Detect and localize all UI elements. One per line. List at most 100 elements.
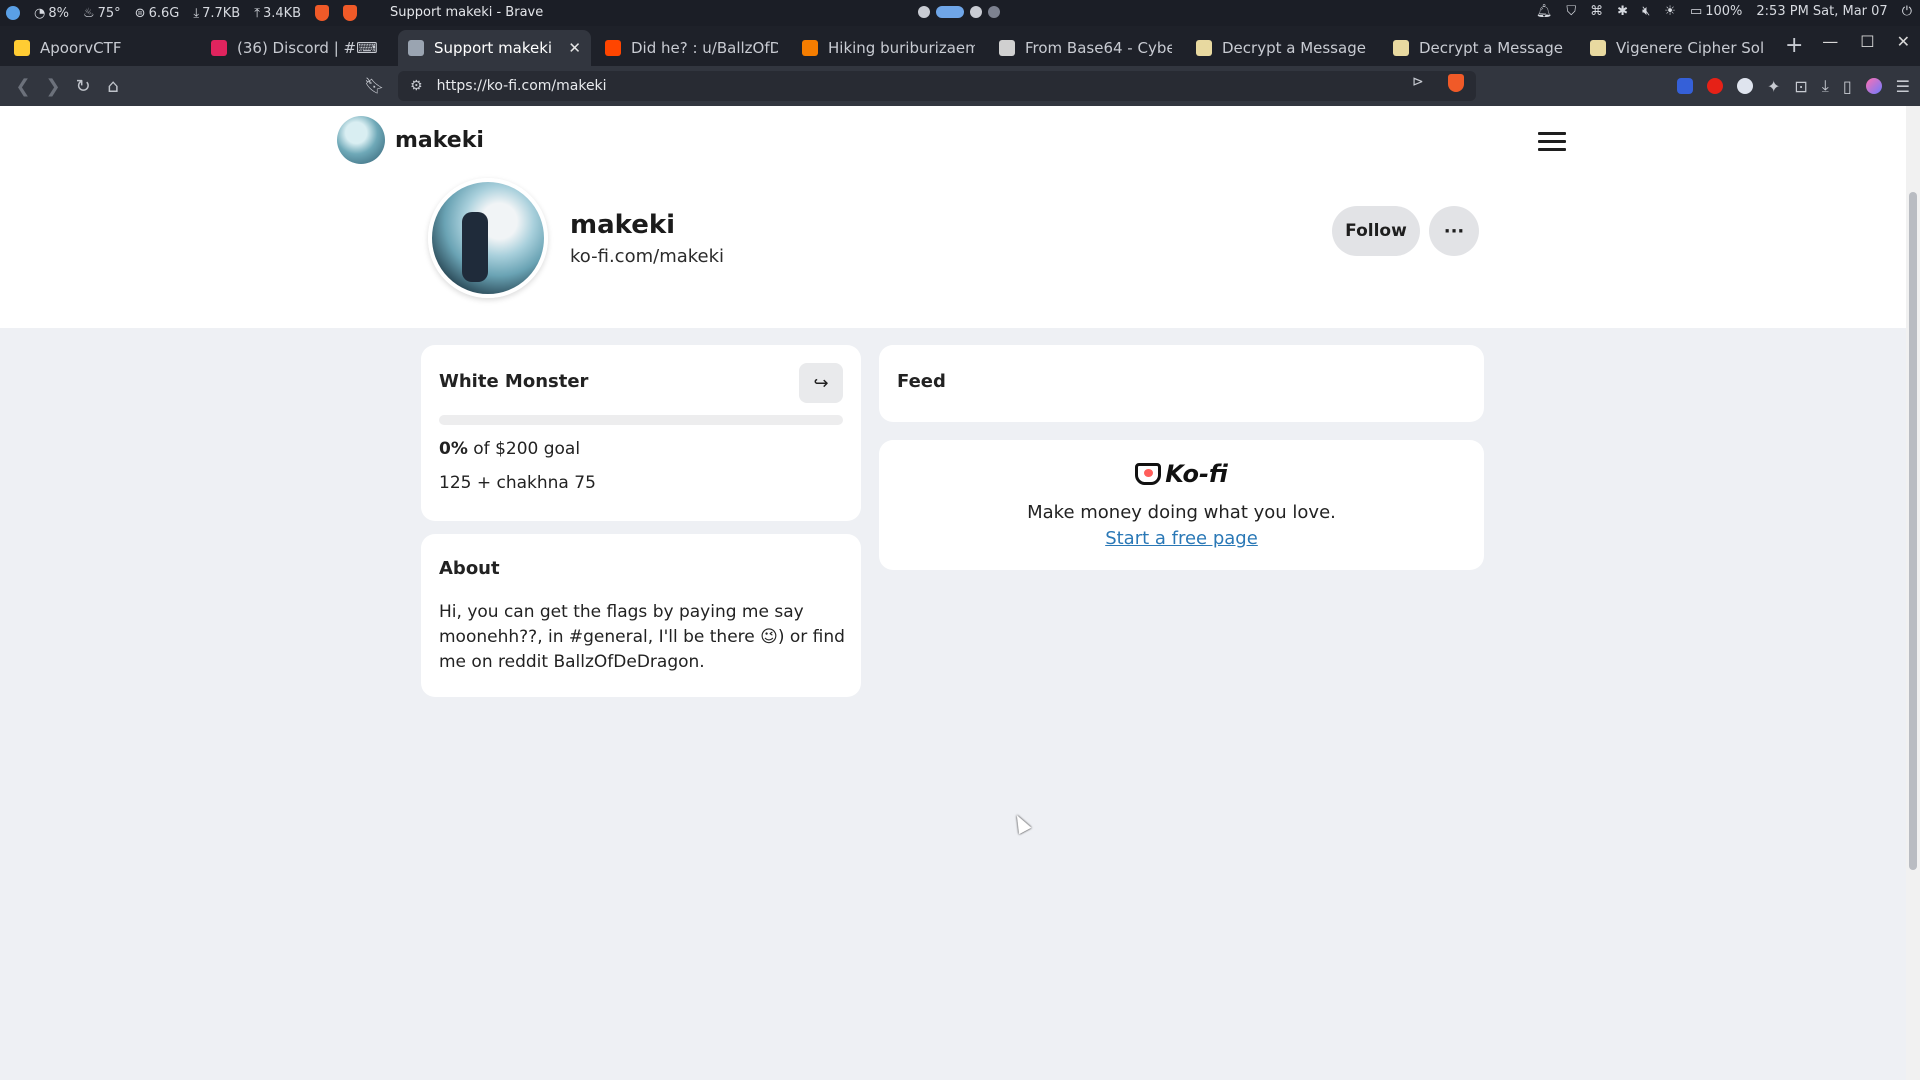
profile-header: makeki makeki ko-fi.com/makeki Follow ··… — [0, 106, 1906, 328]
system-bar: ◔ 8% ♨ 75° ⊜ 6.6G ⤓ 7.7KB ⤒ 3.4KB Support mak… — [0, 0, 1920, 26]
profile-avatar-icon[interactable] — [1865, 78, 1882, 94]
temperature-indicator: ♨ 75° — [82, 5, 121, 21]
about-text: Hi, you can get the flags by paying me s… — [439, 602, 845, 672]
youtube-extension-icon[interactable] — [1706, 78, 1723, 94]
browser-tab[interactable]: Decrypt a Message - — [1186, 30, 1379, 66]
downloads-icon[interactable]: ⤓ — [1822, 76, 1829, 96]
download-indicator: ⤓ 7.7KB — [193, 5, 241, 21]
workspace-dot[interactable] — [988, 6, 1000, 18]
close-tab-icon[interactable]: ✕ — [568, 39, 581, 57]
page-scrollbar[interactable] — [1906, 106, 1920, 1080]
window-title: Support makeki - Brave — [390, 5, 544, 20]
memory-icon: ⊜ — [134, 5, 146, 21]
profile-avatar — [428, 178, 548, 298]
browser-tab[interactable]: Did he? : u/BallzOfDe — [595, 30, 788, 66]
browser-toolbar: ❮ ❯ ↻ ⌂ 🔖︎ ⚙ https://ko-fi.com/makeki ⊳ … — [0, 66, 1920, 106]
goal-description: 125 + chakhna 75 — [439, 473, 596, 493]
window-controls: — ☐ ✕ — [1822, 32, 1910, 51]
brand-name[interactable]: makeki — [395, 128, 484, 153]
vpn-extension-icon[interactable] — [1736, 78, 1753, 94]
sidebar-icon[interactable]: ▯ — [1843, 77, 1852, 96]
battery-indicator[interactable]: ▭ 100% — [1690, 4, 1742, 19]
browser-tab[interactable]: Hiking buriburizaemo — [792, 30, 985, 66]
memory-indicator: ⊜ 6.6G — [134, 5, 180, 21]
scrollbar-thumb[interactable] — [1909, 192, 1917, 870]
goal-card: White Monster ↪ 0% of $200 goal 125 + ch… — [421, 345, 861, 521]
workspace-dot-active[interactable] — [936, 6, 964, 18]
browser-tab-strip: ApoorvCTF (36) Discord | #⌨ | g Support ma… — [0, 26, 1920, 66]
share-page-icon[interactable]: ⊳ — [1412, 74, 1424, 90]
discord-favicon-icon — [211, 40, 227, 56]
new-tab-button[interactable]: + — [1785, 33, 1803, 58]
upload-arrow-icon: ⤒ — [254, 5, 260, 21]
mouse-cursor-icon — [1010, 811, 1032, 835]
about-card: About Hi, you can get the flags by payin… — [421, 534, 861, 697]
goal-progress-text: 0% of $200 goal — [439, 439, 580, 459]
workspace-dot[interactable] — [918, 6, 930, 18]
workspace-dot[interactable] — [970, 6, 982, 18]
battery-icon: ▭ — [1689, 4, 1703, 19]
upload-indicator: ⤒ 3.4KB — [254, 5, 302, 21]
kofi-cup-icon — [1135, 463, 1162, 485]
screenshot-icon[interactable]: ⊡ — [1794, 77, 1807, 96]
kofi-tagline: Make money doing what you love. — [1027, 502, 1336, 523]
network-icon[interactable]: ⌘ — [1590, 4, 1603, 19]
bookmark-icon[interactable]: 🔖︎ — [364, 76, 384, 95]
tab-label: ApoorvCTF — [40, 39, 122, 57]
hamburger-menu-icon[interactable] — [1538, 132, 1566, 156]
brightness-icon[interactable]: ☀ — [1664, 4, 1676, 19]
kofi-favicon-icon — [408, 40, 424, 56]
tab-label: Hiking buriburizaemo — [828, 39, 975, 57]
browser-tab[interactable]: Support makeki ✕ — [398, 30, 591, 66]
tab-label: (36) Discord | #⌨ | g — [237, 39, 384, 57]
workspace-switcher[interactable] — [918, 6, 1000, 18]
browser-tab[interactable]: Decrypt a Message - — [1383, 30, 1576, 66]
minimize-icon[interactable]: — — [1822, 32, 1838, 51]
tab-label: Did he? : u/BallzOfDe — [631, 39, 778, 57]
browser-tab[interactable]: Vigenere Cipher Solve — [1580, 30, 1773, 66]
cyberchef-favicon-icon — [999, 40, 1015, 56]
cpu-icon: ◔ — [34, 5, 46, 21]
extensions-bar: ✦ ⊡ ⤓ ▯ ☰ — [1676, 76, 1910, 96]
browser-menu-icon[interactable]: ☰ — [1896, 77, 1910, 96]
forward-button[interactable]: ❯ — [38, 76, 68, 97]
tab-label: Decrypt a Message - — [1419, 39, 1566, 57]
back-button[interactable]: ❮ — [8, 76, 38, 97]
os-logo-icon[interactable] — [6, 6, 20, 20]
brave-tray-icon[interactable] — [315, 5, 330, 21]
start-free-page-link[interactable]: Start a free page — [879, 528, 1484, 549]
site-info-icon[interactable]: ⚙ — [410, 78, 423, 94]
home-button[interactable]: ⌂ — [98, 76, 128, 97]
url-text[interactable]: https://ko-fi.com/makeki — [437, 78, 607, 94]
clock[interactable]: 2:53 PM Sat, Mar 07 — [1756, 4, 1887, 19]
notification-icon[interactable]: 🔔︎ — [1536, 4, 1553, 19]
maximize-icon[interactable]: ☐ — [1860, 32, 1874, 51]
follow-button[interactable]: Follow — [1332, 206, 1420, 256]
puzzle-extensions-icon[interactable]: ✦ — [1767, 77, 1780, 96]
bitwarden-extension-icon[interactable] — [1676, 78, 1693, 94]
feed-title: Feed — [897, 371, 946, 392]
bluetooth-off-icon[interactable]: ✱ — [1617, 4, 1628, 19]
more-options-button[interactable]: ··· — [1429, 206, 1479, 256]
browser-tab[interactable]: From Base64 - Cyber — [989, 30, 1182, 66]
close-window-icon[interactable]: ✕ — [1897, 32, 1910, 51]
reload-button[interactable]: ↻ — [68, 76, 98, 97]
volume-muted-icon[interactable]: 🔇︎ — [1642, 4, 1650, 19]
download-arrow-icon: ⤓ — [193, 5, 200, 21]
brand-avatar[interactable] — [337, 116, 385, 164]
tab-label: Support makeki — [434, 39, 553, 57]
brave-tray-icon-2[interactable] — [343, 5, 358, 21]
browser-tab[interactable]: ApoorvCTF — [4, 30, 197, 66]
brave-shields-icon[interactable] — [1448, 74, 1464, 92]
envelope-favicon-icon — [1590, 40, 1606, 56]
share-button[interactable]: ↪ — [799, 363, 843, 403]
goal-title: White Monster — [439, 371, 589, 392]
address-bar[interactable]: ⚙ https://ko-fi.com/makeki — [398, 71, 1476, 101]
site-brand[interactable]: makeki — [337, 116, 484, 164]
kofi-logo[interactable]: Ko-fi — [879, 460, 1484, 488]
browser-tab[interactable]: (36) Discord | #⌨ | g — [201, 30, 394, 66]
vpn-shield-icon[interactable]: ⛉ — [1566, 4, 1576, 19]
power-icon[interactable]: ⏻ — [1902, 4, 1912, 19]
kofi-logo-text: Ko-fi — [1165, 460, 1228, 488]
flame-icon: ♨ — [82, 5, 95, 21]
